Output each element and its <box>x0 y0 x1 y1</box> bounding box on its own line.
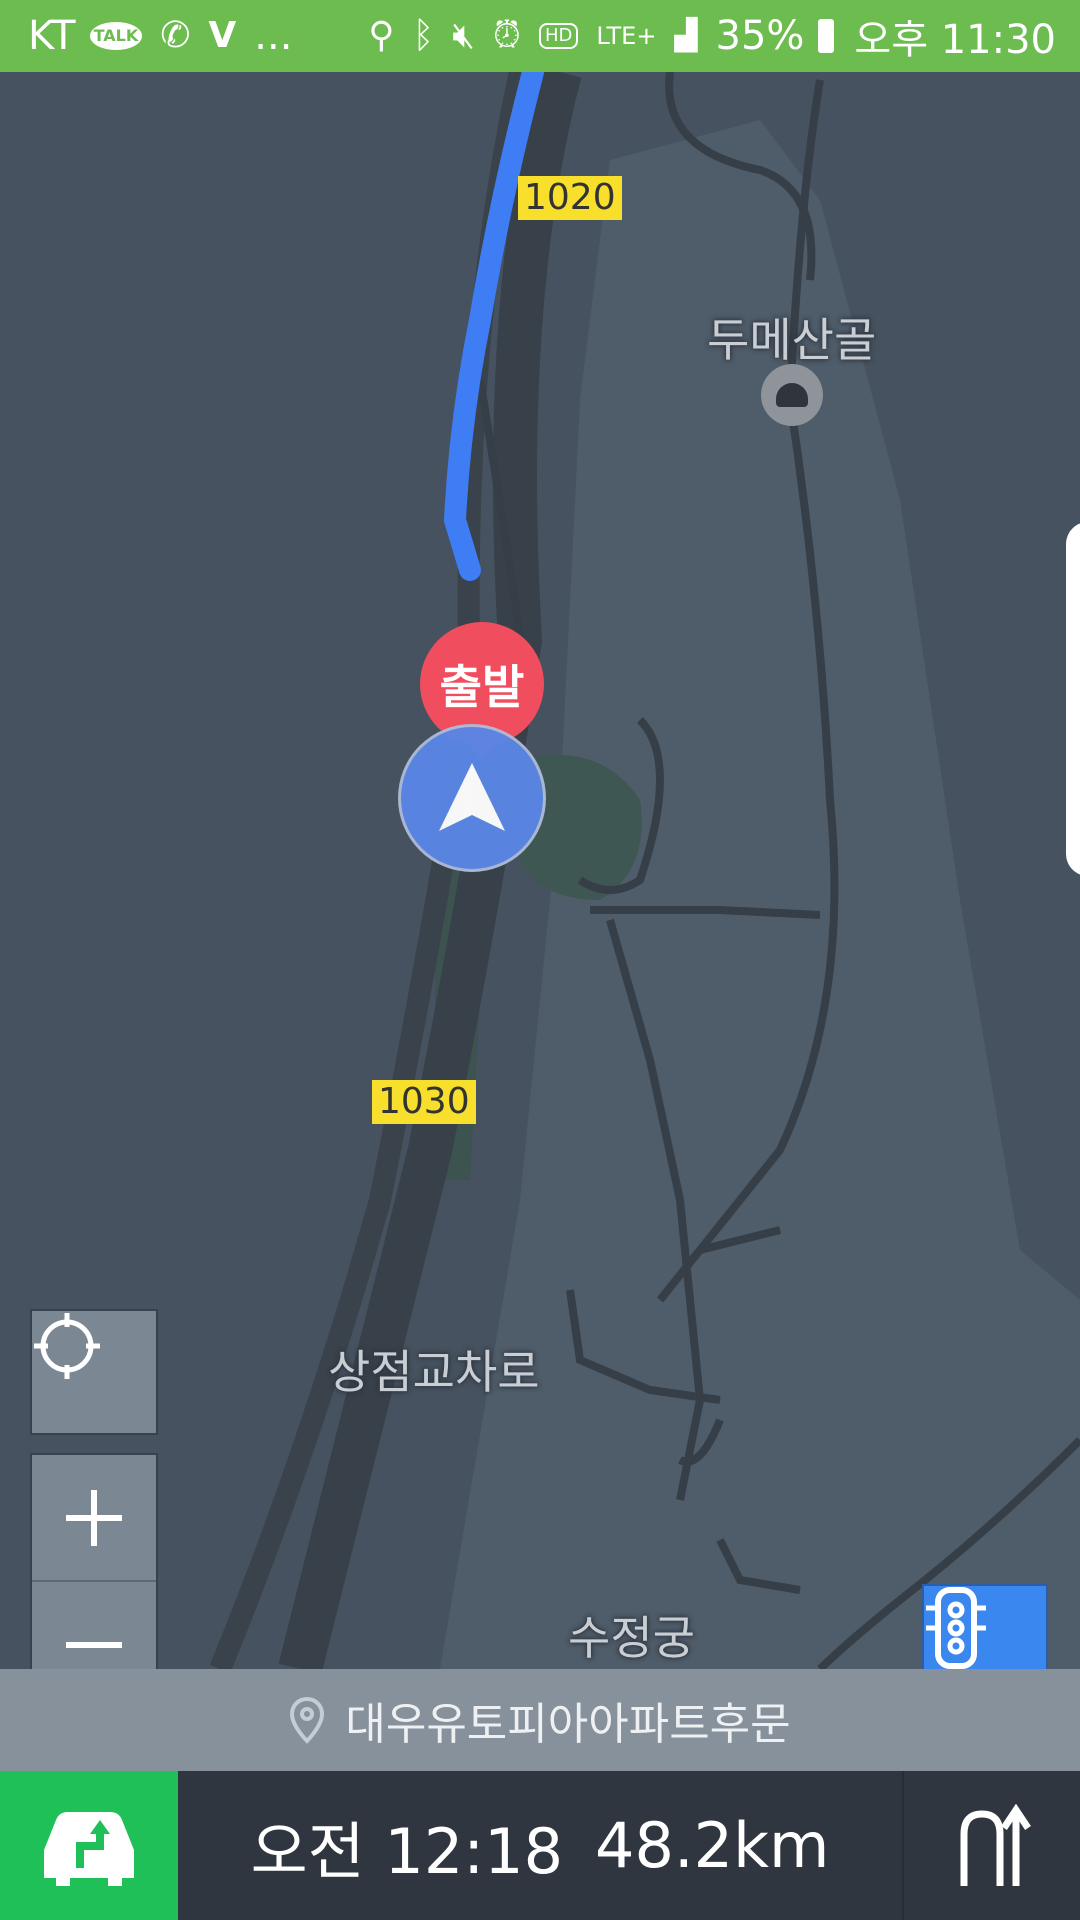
status-bar: KT TALK ✆ V ... ⚲ ᛒ 🔇︎ ⏰︎ HD LTE+ ▟ 35% … <box>0 0 1080 72</box>
locate-icon <box>34 1313 100 1379</box>
restaurant-poi-icon[interactable] <box>761 364 823 426</box>
route-options-button[interactable] <box>0 1771 178 1920</box>
map-view[interactable]: 1020 1030 두메산골 상점교차로 수정궁 출발 <box>0 72 1080 1669</box>
road-number-badge: 1030 <box>372 1080 476 1124</box>
current-location-marker <box>398 724 546 872</box>
destination-name: 대우유토피아아파트후문 <box>345 1699 791 1750</box>
locate-button[interactable] <box>30 1309 158 1435</box>
zoom-out-icon <box>66 1641 122 1648</box>
v-app-icon: V <box>208 15 237 56</box>
zoom-control <box>30 1453 158 1669</box>
status-bar-left: KT TALK ✆ V ... <box>28 13 306 59</box>
hd-badge: HD <box>539 23 579 49</box>
clock: 오후 11:30 <box>854 17 1056 63</box>
place-label-sujeong[interactable]: 수정궁 <box>568 1602 695 1668</box>
arrival-time: 오전 12:18 <box>250 1814 564 1888</box>
location-icon: ⚲ <box>368 15 395 56</box>
remaining-distance: 48.2km <box>595 1809 830 1882</box>
side-panel-handle[interactable] <box>1066 522 1080 876</box>
route-car-icon <box>44 1811 134 1886</box>
start-label: 출발 <box>439 660 525 714</box>
zoom-in-button[interactable] <box>32 1455 156 1580</box>
bluetooth-icon: ᛒ <box>412 15 435 56</box>
battery-percent: 35% <box>715 13 805 59</box>
navigation-arrow-icon <box>439 763 505 831</box>
notification-overflow: ... <box>254 13 293 59</box>
traffic-button[interactable] <box>922 1584 1048 1669</box>
eta-display[interactable]: 오전 12:18 48.2km <box>178 1771 902 1920</box>
network-label: LTE+ <box>596 22 657 50</box>
zoom-in-icon <box>66 1489 122 1546</box>
battery-icon <box>818 19 835 53</box>
talk-icon: TALK <box>89 22 143 50</box>
destination-bar[interactable]: 대우유토피아아파트후문 <box>0 1669 1080 1771</box>
u-turn-icon <box>960 1803 1031 1886</box>
u-turn-button[interactable] <box>904 1771 1080 1920</box>
place-label-sangjeom[interactable]: 상점교차로 <box>328 1336 540 1402</box>
phone-bluetooth-icon: ✆ <box>160 15 191 56</box>
map-canvas <box>209 72 1080 1669</box>
road-number-badge: 1020 <box>518 176 622 220</box>
carrier-label: KT <box>28 13 76 59</box>
place-label-dume[interactable]: 두메산골 <box>707 304 876 370</box>
destination-pin-icon <box>290 1696 325 1744</box>
bottom-bar: 오전 12:18 48.2km <box>0 1771 1080 1920</box>
signal-icon: ▟ <box>674 18 698 53</box>
traffic-light-icon <box>926 1587 986 1669</box>
status-bar-right: ⚲ ᛒ 🔇︎ ⏰︎ HD LTE+ ▟ 35% 오후 11:30 <box>368 7 1056 65</box>
mute-icon: 🔇︎ <box>452 15 475 56</box>
zoom-out-button[interactable] <box>32 1580 156 1669</box>
alarm-icon: ⏰︎ <box>492 15 522 56</box>
